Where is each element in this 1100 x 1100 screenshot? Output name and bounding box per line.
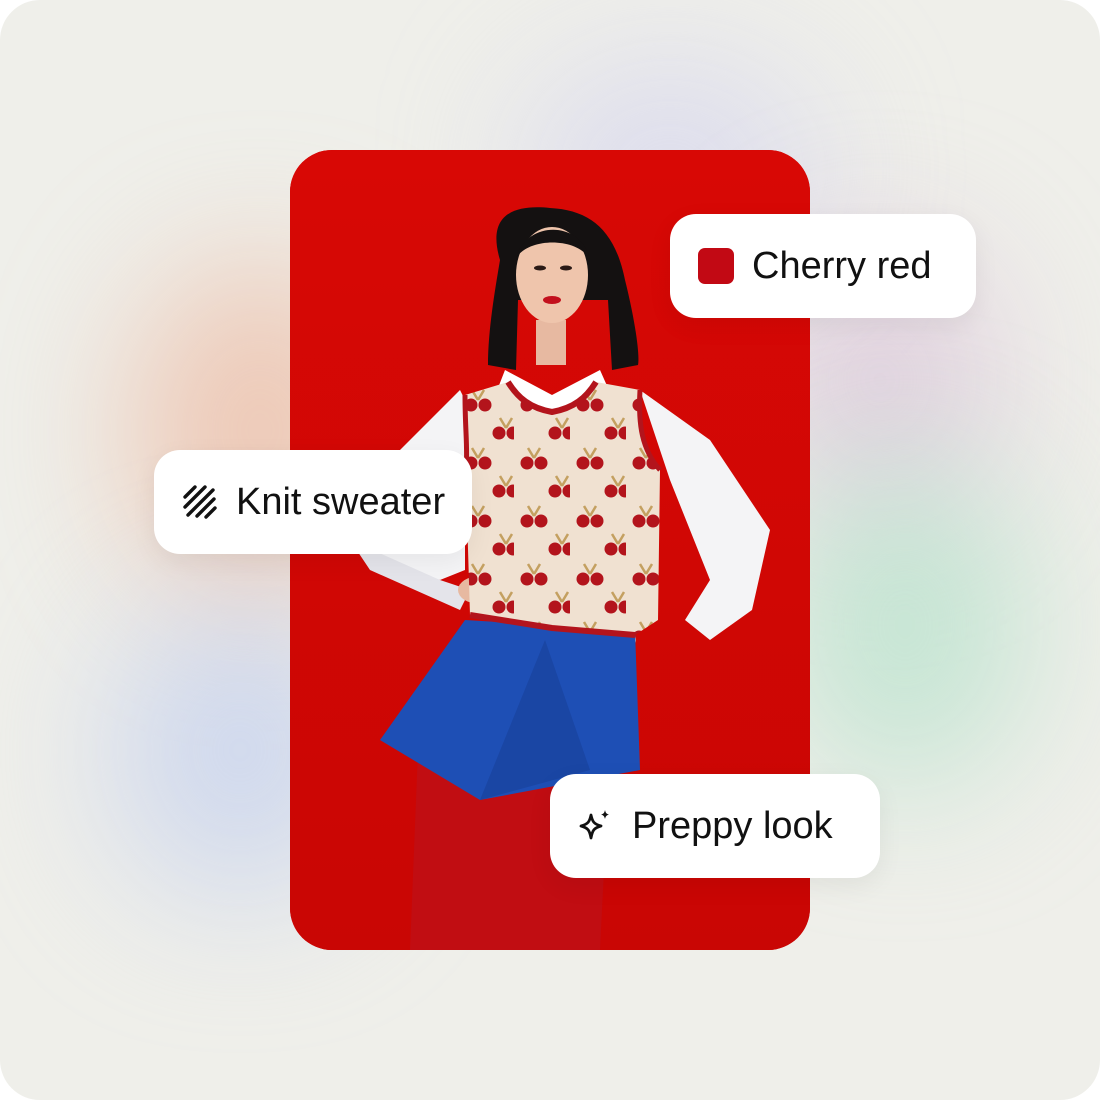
- knit-texture-icon: [182, 484, 218, 520]
- tag-chip-color[interactable]: Cherry red: [670, 214, 976, 318]
- tag-chip-material[interactable]: Knit sweater: [154, 450, 472, 554]
- tag-label-color: Cherry red: [752, 244, 932, 287]
- sparkle-icon: [576, 807, 614, 845]
- tag-chip-style[interactable]: Preppy look: [550, 774, 880, 878]
- color-swatch-icon: [698, 248, 734, 284]
- canvas: Cherry red Knit sweater Preppy look: [0, 0, 1100, 1100]
- background-glow-green: [780, 460, 1030, 790]
- tag-label-style: Preppy look: [632, 804, 833, 847]
- tag-label-material: Knit sweater: [236, 480, 446, 523]
